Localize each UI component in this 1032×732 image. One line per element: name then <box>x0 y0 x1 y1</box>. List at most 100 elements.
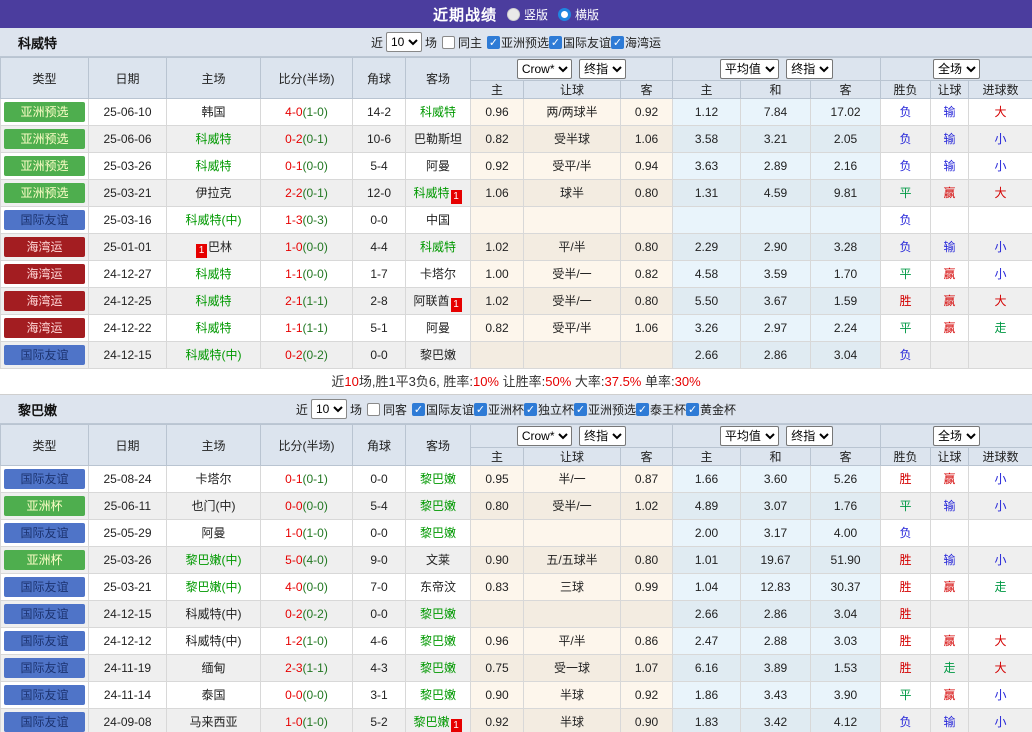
team-name-link[interactable]: 中国 <box>426 213 450 227</box>
odds-home-cell: 0.96 <box>470 627 524 655</box>
competition-filter-label: 国际友谊 <box>425 402 474 417</box>
result-handicap-cell: 输 <box>930 233 970 261</box>
team-name-link[interactable]: 科威特 <box>195 294 231 308</box>
team-name-link[interactable]: 科威特 <box>195 159 231 173</box>
corner-cell: 5-2 <box>352 708 406 732</box>
competition-filter-checkbox[interactable]: ✓ 亚洲预选 <box>487 34 549 51</box>
team-name-link[interactable]: 卡塔尔 <box>420 267 456 281</box>
team-name-link[interactable]: 黎巴嫩 <box>420 634 456 648</box>
team-name-link[interactable]: 也门(中) <box>192 499 236 513</box>
competition-filter-checkbox[interactable]: ✓ 黄金杯 <box>686 401 736 418</box>
odds-handicap-cell: 受半球 <box>523 125 621 153</box>
layout-radio-horizontal[interactable]: 横版 <box>558 6 599 23</box>
team-name-link[interactable]: 黎巴嫩 <box>420 472 456 486</box>
team-name-link[interactable]: 黎巴嫩 <box>420 688 456 702</box>
odds-home-cell: 0.95 <box>470 465 524 493</box>
result-text: 输 <box>943 132 956 146</box>
team-name-link[interactable]: 科威特(中) <box>186 607 242 621</box>
competition-filter-checkbox[interactable]: ✓ 泰王杯 <box>636 401 686 418</box>
avg-time-select[interactable]: 终指 <box>786 59 834 79</box>
team-name-link[interactable]: 韩国 <box>201 105 225 119</box>
competition-filter-checkbox[interactable]: ✓ 海湾运 <box>611 34 661 51</box>
odds-away-cell <box>619 206 674 234</box>
result-text: 平 <box>899 321 912 335</box>
team-name-link[interactable]: 黎巴嫩 <box>420 499 456 513</box>
team-name-link[interactable]: 阿曼 <box>426 159 450 173</box>
team-name-link[interactable]: 黎巴嫩 <box>420 526 456 540</box>
odds-away-cell: 0.86 <box>619 627 674 655</box>
avg-source-select[interactable]: 平均值 <box>719 426 779 446</box>
result-handicap-cell: 输 <box>930 492 970 520</box>
avg-home-cell: 2.29 <box>672 233 742 261</box>
team-name-link[interactable]: 马来西亚 <box>189 715 237 729</box>
team-name-link[interactable]: 阿曼 <box>426 321 450 335</box>
half-time-score: (4-0) <box>302 553 328 567</box>
team-name-link[interactable]: 阿曼 <box>201 526 225 540</box>
avg-home-cell: 2.66 <box>672 341 742 369</box>
team-name-link[interactable]: 伊拉克 <box>195 186 231 200</box>
kuwait-same-home-checkbox[interactable]: 同主 <box>441 34 482 51</box>
match-row: 国际友谊 25-05-29 阿曼 1-0(1-0) 0-0 黎巴嫩 2.00 3.17 4.00… <box>0 519 1032 547</box>
team-name-link[interactable]: 文莱 <box>426 553 450 567</box>
away-team-cell: 科威特 <box>405 98 471 126</box>
result-text: 赢 <box>943 634 956 648</box>
date-cell: 24-09-08 <box>88 708 167 732</box>
team-name-link[interactable]: 科威特 <box>195 267 231 281</box>
result-goals-cell: 小 <box>968 708 1032 732</box>
team-name-link[interactable]: 黎巴嫩 <box>420 348 456 362</box>
result-scope-select[interactable]: 全场 <box>933 426 981 446</box>
result-scope-select[interactable]: 全场 <box>933 59 981 79</box>
team-name-link[interactable]: 黎巴嫩 <box>413 715 449 729</box>
team-name-link[interactable]: 科威特 <box>413 186 449 200</box>
odds-handicap-cell: 受半/一 <box>523 287 621 315</box>
team-name-link[interactable]: 科威特 <box>420 105 456 119</box>
avg-draw-cell: 2.90 <box>740 233 812 261</box>
odds-time-select[interactable]: 终指 <box>579 426 627 446</box>
team-name-link[interactable]: 巴林 <box>208 240 232 254</box>
team-name-link[interactable]: 科威特(中) <box>186 634 242 648</box>
team-name-link[interactable]: 科威特 <box>420 240 456 254</box>
team-name-link[interactable]: 巴勒斯坦 <box>414 132 462 146</box>
team-name-link[interactable]: 科威特 <box>195 132 231 146</box>
match-row: 国际友谊 24-11-19 缅甸 2-3(1-1) 4-3 黎巴嫩 0.75 受一球 1.07 6… <box>0 654 1032 682</box>
odds-source-select[interactable]: Crow* <box>516 426 572 446</box>
layout-radio-vertical[interactable]: 竖版 <box>506 6 548 23</box>
odds-away-cell: 1.02 <box>619 492 674 520</box>
odds-time-select[interactable]: 终指 <box>579 59 627 79</box>
team-name-link[interactable]: 黎巴嫩(中) <box>186 580 242 594</box>
avg-source-select[interactable]: 平均值 <box>719 59 779 79</box>
competition-filter-checkbox[interactable]: ✓ 国际友谊 <box>411 401 474 418</box>
team-name-link[interactable]: 阿联酋 <box>413 294 449 308</box>
avg-home-cell: 1.12 <box>672 98 742 126</box>
team-name-link[interactable]: 黎巴嫩 <box>420 607 456 621</box>
lebanon-same-away-checkbox[interactable]: 同客 <box>366 401 407 418</box>
competition-type-badge: 海湾运 <box>4 264 85 284</box>
team-name-link[interactable]: 科威特(中) <box>186 213 242 227</box>
kuwait-match-count-select[interactable]: 10 <box>385 32 422 52</box>
odds-home-cell: 0.82 <box>470 314 524 342</box>
avg-time-select[interactable]: 终指 <box>786 426 834 446</box>
team-name-link[interactable]: 黎巴嫩(中) <box>186 553 242 567</box>
competition-filter-checkbox[interactable]: ✓ 亚洲预选 <box>574 401 636 418</box>
team-name-link[interactable]: 缅甸 <box>201 661 225 675</box>
half-time-score: (1-1) <box>302 661 328 675</box>
team-name-link[interactable]: 科威特(中) <box>186 348 242 362</box>
corner-cell: 0-0 <box>352 206 406 234</box>
odds-source-select[interactable]: Crow* <box>516 59 572 79</box>
col-odds-home: 主 <box>470 80 524 99</box>
team-name-link[interactable]: 科威特 <box>195 321 231 335</box>
half-time-score: (1-0) <box>302 105 328 119</box>
competition-filter-checkbox[interactable]: ✓ 亚洲杯 <box>473 401 524 418</box>
lebanon-match-count-select[interactable]: 10 <box>310 399 347 419</box>
competition-filter-checkbox[interactable]: ✓ 国际友谊 <box>549 34 611 51</box>
odds-home-cell: 1.06 <box>470 179 524 207</box>
result-text: 负 <box>899 715 912 729</box>
team-name-link[interactable]: 黎巴嫩 <box>420 661 456 675</box>
team-name-link[interactable]: 卡塔尔 <box>195 472 231 486</box>
team-name-link[interactable]: 东帝汶 <box>420 580 456 594</box>
type-cell: 海湾运 <box>0 314 89 342</box>
odds-away-cell: 0.92 <box>619 98 674 126</box>
team-name-link[interactable]: 泰国 <box>201 688 225 702</box>
competition-filter-checkbox[interactable]: ✓ 独立杯 <box>524 401 574 418</box>
full-time-score: 4-0 <box>285 580 303 594</box>
